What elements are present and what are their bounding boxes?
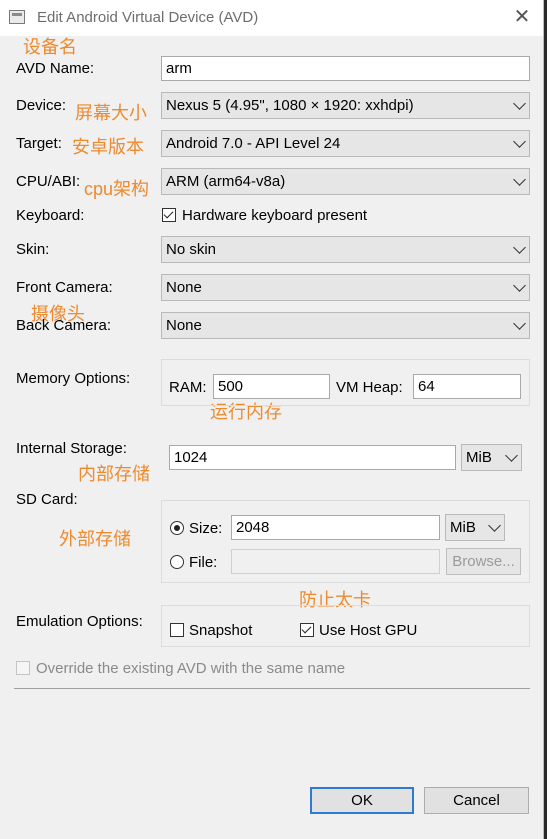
- override-avd-checkbox[interactable]: [16, 661, 30, 675]
- internal-storage-unit-value: MiB: [466, 449, 492, 466]
- override-avd-label: Override the existing AVD with the same …: [36, 660, 346, 677]
- chevron-down-icon: [513, 173, 526, 186]
- use-host-gpu-label[interactable]: Use Host GPU: [319, 622, 417, 639]
- annotation-android-version: 安卓版本: [72, 137, 144, 157]
- use-host-gpu-checkbox[interactable]: [300, 623, 314, 637]
- annotation-internal-storage: 内部存储: [78, 464, 150, 484]
- device-select-value: Nexus 5 (4.95", 1080 × 1920: xxhdpi): [166, 97, 414, 114]
- avd-name-label: AVD Name:: [16, 60, 95, 77]
- annotation-screen-size: 屏幕大小: [75, 103, 147, 123]
- chevron-down-icon: [513, 241, 526, 254]
- skin-label: Skin:: [16, 241, 50, 258]
- back-camera-select-value: None: [166, 317, 202, 334]
- chevron-down-icon: [513, 135, 526, 148]
- device-label: Device:: [16, 97, 67, 114]
- back-camera-label: Back Camera:: [16, 317, 112, 334]
- sd-size-label[interactable]: Size:: [189, 520, 222, 537]
- chevron-down-icon: [513, 279, 526, 292]
- sd-card-label: SD Card:: [16, 491, 78, 508]
- cancel-button[interactable]: Cancel: [424, 787, 529, 814]
- front-camera-select-value: None: [166, 279, 202, 296]
- annotation-external-storage: 外部存储: [59, 529, 131, 549]
- hardware-keyboard-checkbox[interactable]: [162, 208, 176, 222]
- memory-options-label: Memory Options:: [16, 370, 131, 387]
- internal-storage-input[interactable]: 1024: [169, 445, 456, 470]
- skin-select-value: No skin: [166, 241, 217, 258]
- internal-storage-label: Internal Storage:: [16, 440, 127, 457]
- target-select[interactable]: Android 7.0 - API Level 24: [161, 130, 530, 157]
- ram-label: RAM:: [169, 379, 207, 396]
- chevron-down-icon: [488, 519, 501, 532]
- sd-file-radio[interactable]: [170, 555, 184, 569]
- sd-size-input[interactable]: 2048: [231, 515, 440, 540]
- cpu-abi-select[interactable]: ARM (arm64-v8a): [161, 168, 530, 195]
- hardware-keyboard-label[interactable]: Hardware keyboard present: [182, 207, 367, 224]
- cpu-abi-label: CPU/ABI:: [16, 173, 81, 190]
- front-camera-select[interactable]: None: [161, 274, 530, 301]
- edit-avd-dialog: Edit Android Virtual Device (AVD) ✕ 设备名 …: [0, 0, 544, 839]
- chevron-down-icon: [513, 97, 526, 110]
- keyboard-label: Keyboard:: [16, 207, 85, 224]
- annotation-cpu-arch: cpu架构: [84, 179, 150, 199]
- annotation-device-name: 设备名: [23, 37, 77, 57]
- emulation-options-label: Emulation Options:: [16, 613, 143, 630]
- avd-name-input[interactable]: arm: [161, 56, 530, 81]
- device-select[interactable]: Nexus 5 (4.95", 1080 × 1920: xxhdpi): [161, 92, 530, 119]
- vm-heap-input[interactable]: 64: [413, 374, 521, 399]
- back-camera-select[interactable]: None: [161, 312, 530, 339]
- ram-input[interactable]: 500: [213, 374, 330, 399]
- snapshot-label[interactable]: Snapshot: [189, 622, 252, 639]
- separator: [14, 688, 530, 689]
- target-label: Target:: [16, 135, 62, 152]
- window-icon: [9, 10, 25, 24]
- front-camera-label: Front Camera:: [16, 279, 113, 296]
- internal-storage-unit-select[interactable]: MiB: [461, 444, 522, 471]
- sd-size-radio[interactable]: [170, 521, 184, 535]
- sd-size-unit-select[interactable]: MiB: [445, 514, 505, 541]
- close-button[interactable]: ✕: [511, 6, 533, 28]
- skin-select[interactable]: No skin: [161, 236, 530, 263]
- snapshot-checkbox[interactable]: [170, 623, 184, 637]
- target-select-value: Android 7.0 - API Level 24: [166, 135, 341, 152]
- sd-file-input[interactable]: [231, 549, 440, 574]
- title-bar: Edit Android Virtual Device (AVD) ✕: [0, 0, 543, 36]
- browse-button[interactable]: Browse...: [446, 548, 521, 575]
- chevron-down-icon: [513, 317, 526, 330]
- sd-size-unit-value: MiB: [450, 519, 476, 536]
- vm-heap-label: VM Heap:: [336, 379, 403, 396]
- chevron-down-icon: [505, 449, 518, 462]
- window-title: Edit Android Virtual Device (AVD): [37, 9, 259, 26]
- cpu-abi-select-value: ARM (arm64-v8a): [166, 173, 286, 190]
- ok-button[interactable]: OK: [310, 787, 414, 814]
- sd-file-label[interactable]: File:: [189, 554, 217, 571]
